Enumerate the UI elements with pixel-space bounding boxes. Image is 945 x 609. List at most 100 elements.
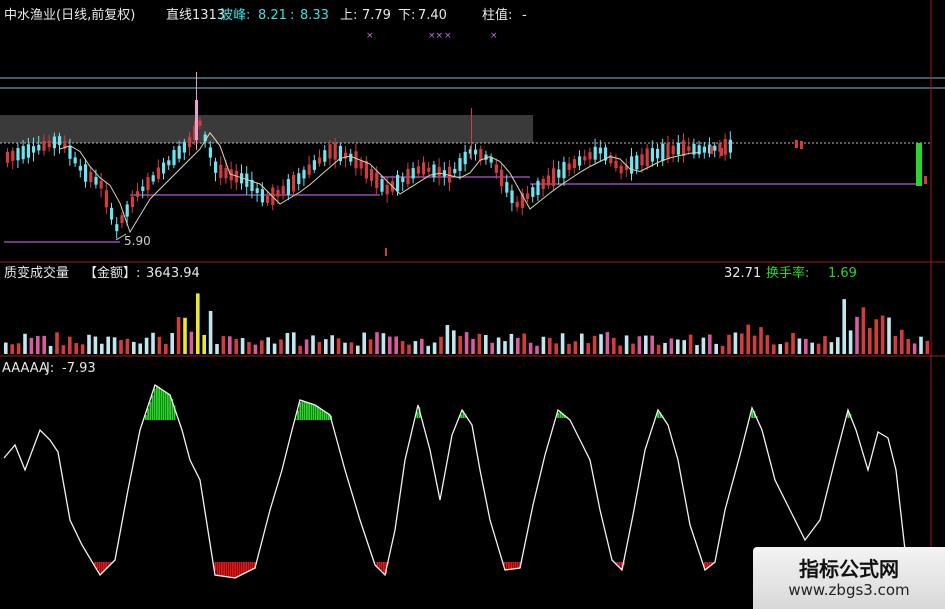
volume-bar <box>413 341 418 354</box>
candle-body <box>198 120 202 126</box>
volume-bar <box>420 338 424 354</box>
volume-bar <box>861 307 866 354</box>
volume-bar <box>797 338 802 354</box>
volume-bar <box>432 342 437 354</box>
candle-body <box>78 165 82 171</box>
volume-bar <box>816 343 821 354</box>
candle-body <box>125 204 129 217</box>
volume-bar <box>208 310 213 354</box>
kdj-fill-bar <box>317 406 319 420</box>
candle-body <box>723 138 727 155</box>
volume-bar <box>144 337 149 354</box>
volume-bar <box>138 343 142 354</box>
volume-bar <box>55 332 59 354</box>
volume-bar <box>650 335 654 354</box>
volume-bar <box>580 333 584 354</box>
volume-bar <box>618 345 622 354</box>
chart-window: 中水渔业(日线,前复权) 直线1313 波峰: 8.21 : 8.33 上: 7… <box>0 0 945 609</box>
volume-bar <box>189 331 194 354</box>
volume-bar <box>893 335 898 354</box>
volume-bar <box>496 337 501 354</box>
candle-body <box>312 160 316 170</box>
candle-body <box>156 167 160 179</box>
volume-bar <box>304 339 309 354</box>
volume-bar <box>106 336 110 354</box>
candle-body <box>572 159 576 169</box>
kdj-fill-bar <box>98 562 101 573</box>
volume-bar <box>170 332 174 354</box>
chart-canvas: × ×× × × <box>0 0 945 609</box>
candle-body <box>702 146 706 153</box>
candle-body <box>541 178 545 190</box>
candle-body <box>323 150 327 162</box>
candle-body <box>650 148 654 162</box>
candle-body <box>73 157 77 164</box>
candle-body <box>448 166 452 183</box>
candle-body <box>427 167 431 172</box>
candle-body <box>162 162 166 174</box>
kdj-fill-bar <box>158 387 160 420</box>
volume-bar <box>810 342 814 354</box>
candle-body <box>58 136 62 146</box>
volume-bar <box>426 345 430 354</box>
kdj-fill-bar <box>236 562 239 578</box>
kdj-fill-bar <box>221 562 223 576</box>
volume-bar <box>701 337 706 354</box>
kdj-fill-bar <box>508 562 510 570</box>
volume-bar <box>93 336 98 354</box>
candle-body <box>328 144 332 159</box>
volume-bar <box>452 330 456 354</box>
candle-body <box>89 171 93 182</box>
candle-body <box>598 147 602 154</box>
candle-body <box>666 143 670 159</box>
volume-bar <box>234 338 238 354</box>
volume-bar <box>285 332 290 354</box>
candle-body <box>219 164 223 179</box>
volume-bar <box>836 337 840 354</box>
candle-body <box>453 168 457 174</box>
candle-body <box>458 158 462 171</box>
candle-body <box>619 165 623 174</box>
kdj-fill-bar <box>164 391 167 420</box>
kdj-fill-bar <box>149 401 152 420</box>
volume-bar <box>228 336 232 354</box>
candle-body <box>494 164 498 173</box>
volume-bar <box>848 330 853 354</box>
volume-bar <box>829 342 834 354</box>
candle-body <box>37 144 41 151</box>
candle-body <box>297 173 301 185</box>
volume-bar <box>592 335 597 354</box>
candle-body <box>510 190 514 204</box>
candle-body <box>354 151 358 169</box>
volume-bar <box>880 315 885 354</box>
volume-bar <box>80 344 85 354</box>
candle-body <box>172 150 176 166</box>
candle-body <box>115 224 119 232</box>
candle-body <box>349 153 353 162</box>
candle-body <box>333 143 337 160</box>
volume-bar <box>356 345 360 354</box>
kdj-fill-bar <box>167 393 169 420</box>
candle-body <box>676 142 680 155</box>
candle-body <box>635 155 639 170</box>
volume-bar <box>528 342 533 354</box>
candle-body <box>359 160 363 169</box>
volume-bar <box>125 338 130 354</box>
volume-bar <box>343 342 347 354</box>
volume-bar <box>695 345 699 354</box>
candle-body <box>151 175 155 182</box>
volume-bar <box>586 343 590 354</box>
kdj-fill-bar <box>223 562 225 577</box>
volume-bar <box>804 338 808 354</box>
candle-body <box>583 156 587 161</box>
candle-body <box>713 145 717 151</box>
candle-body <box>645 148 649 166</box>
volume-bar <box>887 317 891 354</box>
candle-body <box>416 166 420 174</box>
candle-body <box>661 143 665 162</box>
kdj-fill-bar <box>240 562 243 576</box>
volume-bar <box>362 332 366 354</box>
watermark-banner: 指标公式网 www.zbgs3.com <box>753 547 945 609</box>
kdj-fill-bar <box>376 562 379 567</box>
kdj-fill-bar <box>618 562 621 567</box>
